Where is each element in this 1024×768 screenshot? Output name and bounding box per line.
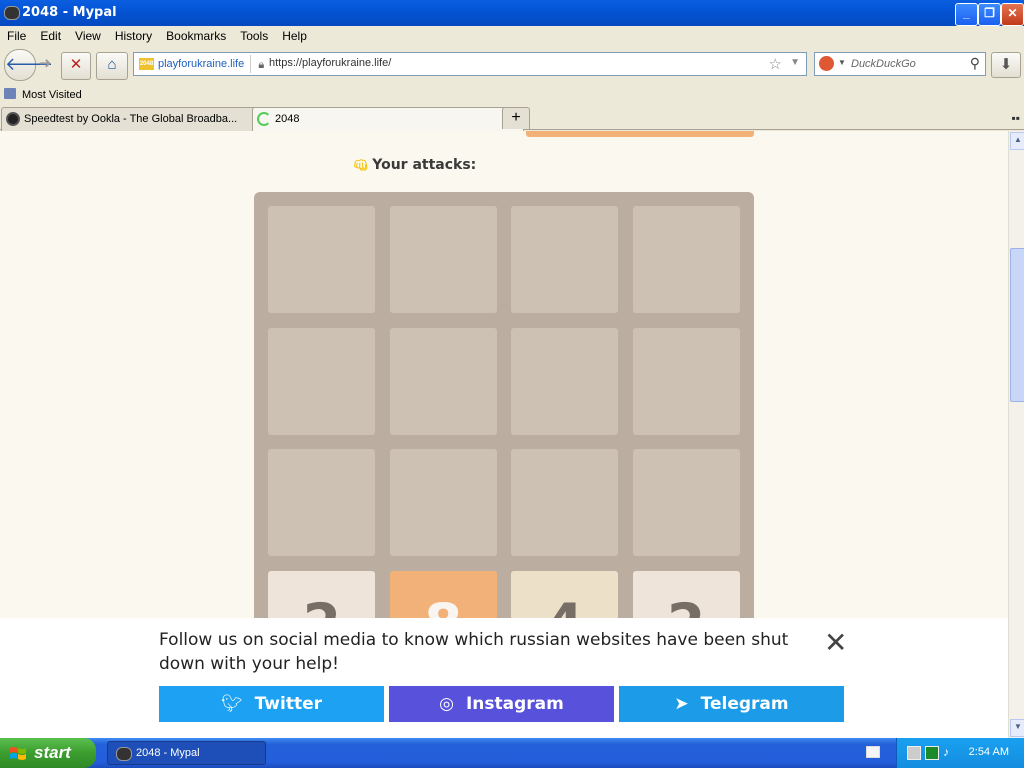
vertical-scrollbar[interactable]: ▲ ▼ [1008, 131, 1024, 738]
site-favicon-icon: 2048 [139, 58, 154, 70]
grid-cell-empty [632, 206, 740, 314]
tab-bar: Speedtest by Ookla - The Global Broadba.… [0, 105, 1024, 131]
start-button[interactable]: start [0, 738, 96, 768]
grid-cell-empty [389, 206, 497, 314]
search-placeholder: DuckDuckGo [851, 58, 916, 70]
lock-icon: 🔒︎ [258, 59, 265, 71]
new-tab-button[interactable]: + [502, 107, 530, 129]
grid-cell-empty [511, 206, 619, 314]
system-tray: ♪ 2:54 AM [896, 738, 1024, 768]
menu-file[interactable]: File [0, 26, 33, 43]
forward-arrow-icon: ➜ [38, 55, 52, 72]
menu-history[interactable]: History [108, 26, 159, 43]
home-button[interactable]: ⌂ [96, 52, 128, 80]
close-banner-icon[interactable]: ✕ [824, 629, 847, 657]
twitter-button[interactable]: 🐦︎ Twitter [159, 686, 384, 722]
url-bar[interactable]: 2048 playforukraine.life 🔒︎ https://play… [133, 52, 807, 76]
back-button[interactable]: 🡐 [4, 49, 53, 81]
menu-bookmarks[interactable]: Bookmarks [159, 26, 233, 43]
attacks-label: Your attacks: [372, 157, 477, 173]
scroll-up-arrow-icon[interactable]: ▲ [1010, 132, 1024, 150]
downloads-button[interactable]: ⬇ [991, 52, 1021, 78]
social-media-banner: Follow us on social media to know which … [0, 618, 1008, 738]
scrollbar-thumb[interactable] [1010, 248, 1024, 402]
tab-2048[interactable]: 2048 ✕ [252, 107, 524, 131]
url-dropdown-icon[interactable]: ▼ [790, 57, 800, 68]
search-engine-dropdown-icon[interactable]: ▼ [838, 58, 846, 67]
speedtest-icon [6, 112, 20, 126]
bookmarks-toolbar: Most Visited [0, 84, 1024, 105]
orange-button-edge[interactable] [526, 131, 754, 137]
bookmark-label: Most Visited [22, 89, 82, 101]
telegram-button[interactable]: ➤ Telegram [619, 686, 844, 722]
list-all-tabs-icon[interactable]: ▪▪ [1011, 111, 1020, 125]
site-identity-label: playforukraine.life [158, 58, 245, 70]
attacks-heading: 👊︎ Your attacks: [353, 157, 476, 173]
menu-view[interactable]: View [68, 26, 108, 43]
mypal-app-icon [4, 6, 20, 20]
grid-cell-empty [268, 327, 376, 435]
grid-cell-empty [389, 327, 497, 435]
minimize-button[interactable]: _ [955, 3, 978, 26]
download-arrow-icon: ⬇ [999, 56, 1013, 73]
game-grid[interactable]: 2842 [254, 192, 754, 692]
menu-edit[interactable]: Edit [33, 26, 68, 43]
start-label: start [34, 743, 71, 762]
fist-icon: 👊︎ [353, 158, 369, 172]
grid-cell-empty [268, 206, 376, 314]
search-box[interactable]: ▼ DuckDuckGo ⚲ [814, 52, 986, 76]
menu-tools[interactable]: Tools [233, 26, 275, 43]
grid-cell-empty [511, 449, 619, 557]
close-window-button[interactable]: ✕ [1001, 3, 1024, 26]
duckduckgo-icon[interactable] [819, 56, 834, 71]
volume-icon[interactable]: ♪ [943, 745, 949, 759]
bookmark-most-visited[interactable]: Most Visited [4, 88, 82, 101]
windows-flag-icon [10, 747, 26, 760]
plus-icon: + [511, 109, 521, 126]
window-titlebar: 2048 - Mypal _ ❐ ✕ [0, 0, 1024, 26]
network-icon[interactable] [907, 746, 921, 760]
keyboard-icon[interactable] [866, 746, 880, 758]
menu-help[interactable]: Help [275, 26, 314, 43]
taskbar: start 2048 - Mypal ♪ 2:54 AM [0, 738, 1024, 768]
stop-button[interactable]: ✕ [61, 52, 91, 80]
stop-icon: ✕ [69, 56, 83, 73]
tab-speedtest[interactable]: Speedtest by Ookla - The Global Broadba.… [1, 107, 273, 131]
menu-bar: File Edit View History Bookmarks Tools Help [0, 26, 1024, 46]
tab-label: Speedtest by Ookla - The Global Broadba.… [24, 113, 238, 125]
grid-cell-empty [268, 449, 376, 557]
bookmark-star-icon[interactable]: ☆ [769, 55, 782, 73]
telegram-icon: ➤ [674, 694, 689, 714]
home-icon: ⌂ [107, 56, 117, 73]
loading-spinner-icon [257, 112, 271, 126]
instagram-icon: ◎ [439, 694, 454, 714]
twitter-icon: 🐦︎ [220, 694, 243, 714]
tab-label: 2048 [275, 113, 300, 125]
instagram-button[interactable]: ◎ Instagram [389, 686, 614, 722]
grid-cell-empty [632, 327, 740, 435]
monitor-icon[interactable] [925, 746, 939, 760]
mypal-taskbar-icon [116, 747, 132, 761]
grid-cell-empty [511, 327, 619, 435]
navigation-toolbar: 🡐 ➜ ✕ ⌂ 2048 playforukraine.life 🔒︎ http… [0, 46, 1024, 84]
restore-button[interactable]: ❐ [978, 3, 1001, 26]
clock: 2:54 AM [968, 746, 1009, 758]
twitter-label: Twitter [254, 694, 323, 714]
grid-cell-empty [389, 449, 497, 557]
window-title: 2048 - Mypal [22, 5, 117, 20]
grid-cell-empty [632, 449, 740, 557]
search-icon[interactable]: ⚲ [970, 55, 980, 72]
taskbar-item-label: 2048 - Mypal [136, 747, 200, 759]
taskbar-item-mypal[interactable]: 2048 - Mypal [107, 741, 266, 765]
url-text[interactable]: https://playforukraine.life/ [269, 57, 391, 69]
instagram-label: Instagram [465, 694, 564, 714]
site-identity-button[interactable]: 2048 playforukraine.life 🔒︎ [136, 55, 264, 73]
scroll-down-arrow-icon[interactable]: ▼ [1010, 719, 1024, 737]
social-message: Follow us on social media to know which … [159, 630, 789, 674]
bookmark-folder-icon [4, 88, 16, 99]
telegram-label: Telegram [700, 694, 789, 714]
forward-button[interactable]: ➜ [34, 52, 56, 78]
